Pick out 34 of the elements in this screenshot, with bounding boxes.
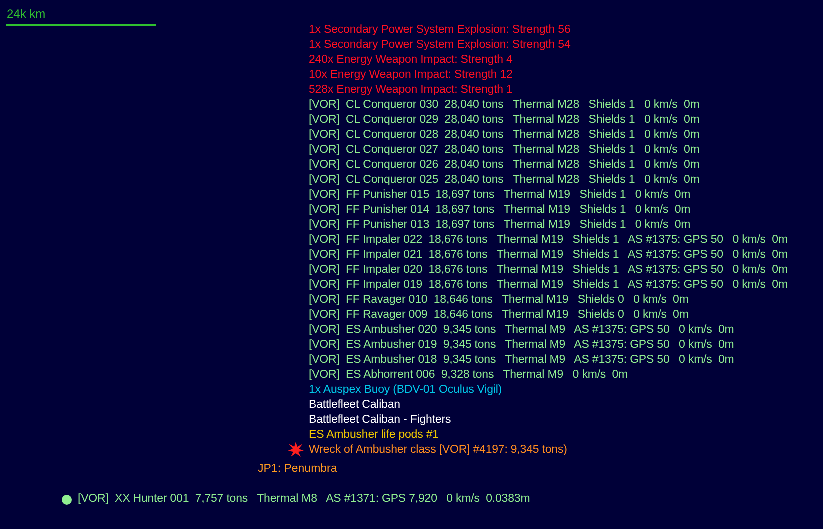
fleet-label: Battlefleet Caliban - Fighters — [309, 414, 452, 426]
contact-label: [VOR] FF Ravager 009 18,646 tons Thermal M19 Shields 0 0 km/s 0m — [309, 309, 689, 321]
contact-label: [VOR] CL Conqueror 026 28,040 tons Thermal M28 Shields 1 0 km/s 0m — [309, 159, 700, 171]
contact-label: [VOR] FF Punisher 013 18,697 tons Thermal M19 Shields 1 0 km/s 0m — [309, 219, 691, 231]
contact-label: [VOR] FF Ravager 010 18,646 tons Thermal M19 Shields 0 0 km/s 0m — [309, 294, 689, 306]
damage-report: 240x Energy Weapon Impact: Strength 4 — [309, 54, 513, 66]
explosion-icon — [288, 442, 304, 458]
contact-label: [VOR] CL Conqueror 025 28,040 tons Thermal M28 Shields 1 0 km/s 0m — [309, 174, 700, 186]
damage-report: 1x Secondary Power System Explosion: Strength 56 — [309, 24, 571, 36]
ship-dot-icon — [62, 494, 72, 504]
contact-label: [VOR] CL Conqueror 027 28,040 tons Thermal M28 Shields 1 0 km/s 0m — [309, 144, 700, 156]
contact-label: [VOR] CL Conqueror 029 28,040 tons Thermal M28 Shields 1 0 km/s 0m — [309, 114, 700, 126]
contact-label: [VOR] FF Punisher 014 18,697 tons Thermal M19 Shields 1 0 km/s 0m — [309, 204, 691, 216]
contact-label: [VOR] CL Conqueror 030 28,040 tons Thermal M28 Shields 1 0 km/s 0m — [309, 99, 700, 111]
buoy-label: 1x Auspex Buoy (BDV-01 Oculus Vigil) — [309, 384, 502, 396]
contact-label: [VOR] ES Ambusher 018 9,345 tons Thermal M9 AS #1375: GPS 50 0 km/s 0m — [309, 354, 734, 366]
contact-label: [VOR] FF Impaler 021 18,676 tons Thermal M19 Shields 1 AS #1375: GPS 50 0 km/s 0m — [309, 249, 788, 261]
scale-label: 24k km — [6, 7, 47, 22]
own-ship-label: [VOR] XX Hunter 001 7,757 tons Thermal M8 AS #1371: GPS 7,920 0 km/s 0.0383m — [78, 492, 530, 507]
contact-label: [VOR] FF Impaler 022 18,676 tons Thermal M19 Shields 1 AS #1375: GPS 50 0 km/s 0m — [309, 234, 788, 246]
contact-label: [VOR] FF Impaler 020 18,676 tons Thermal M19 Shields 1 AS #1375: GPS 50 0 km/s 0m — [309, 264, 788, 276]
contact-label: [VOR] FF Impaler 019 18,676 tons Thermal M19 Shields 1 AS #1375: GPS 50 0 km/s 0m — [309, 279, 788, 291]
contact-label: [VOR] CL Conqueror 028 28,040 tons Thermal M28 Shields 1 0 km/s 0m — [309, 129, 700, 141]
damage-report: 10x Energy Weapon Impact: Strength 12 — [309, 69, 513, 81]
damage-report: 1x Secondary Power System Explosion: Strength 54 — [309, 39, 571, 51]
contact-label: [VOR] ES Ambusher 019 9,345 tons Thermal M9 AS #1375: GPS 50 0 km/s 0m — [309, 339, 734, 351]
contact-label: [VOR] FF Punisher 015 18,697 tons Thermal M19 Shields 1 0 km/s 0m — [309, 189, 691, 201]
damage-report: 528x Energy Weapon Impact: Strength 1 — [309, 84, 513, 96]
jump-point-label: JP1: Penumbra — [258, 462, 338, 477]
life-pod-label: ES Ambusher life pods #1 — [309, 429, 439, 441]
wreck-label: Wreck of Ambusher class [VOR] #4197: 9,345 tons) — [309, 444, 568, 456]
contact-label: [VOR] ES Abhorrent 006 9,328 tons Thermal M9 0 km/s 0m — [309, 369, 628, 381]
contact-label: [VOR] ES Ambusher 020 9,345 tons Thermal M9 AS #1375: GPS 50 0 km/s 0m — [309, 324, 734, 336]
fleet-label: Battlefleet Caliban — [309, 399, 400, 411]
